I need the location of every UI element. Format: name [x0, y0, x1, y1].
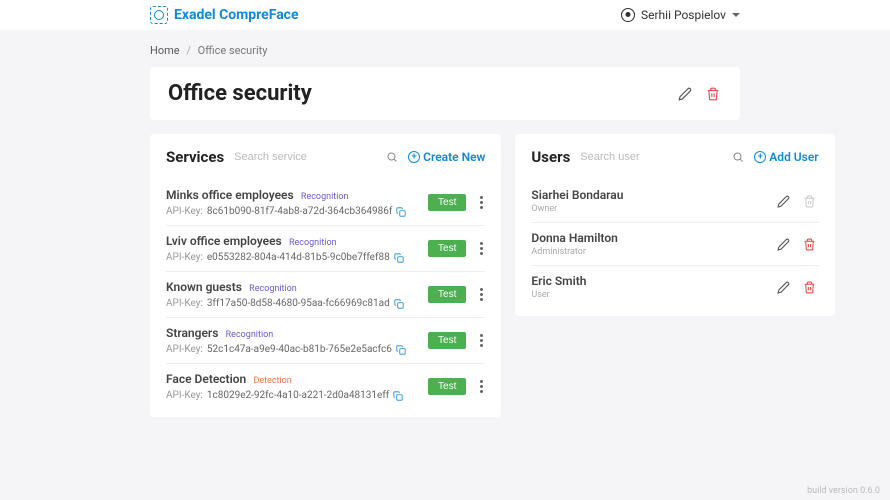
user-name: Eric Smith — [531, 274, 774, 288]
services-search-input[interactable] — [234, 151, 376, 163]
test-service-button[interactable]: Test — [428, 332, 466, 349]
breadcrumb: Home / Office security — [150, 44, 740, 57]
copy-api-key-button[interactable] — [396, 345, 406, 355]
service-name[interactable]: Known guests — [166, 280, 242, 294]
service-type-badge: Recognition — [301, 192, 349, 202]
service-type-badge: Recognition — [289, 238, 337, 248]
service-name[interactable]: Face Detection — [166, 372, 246, 386]
search-icon — [732, 151, 744, 163]
user-row: Eric Smith User — [531, 266, 818, 308]
pencil-icon — [678, 87, 692, 101]
copy-icon — [394, 253, 404, 263]
current-user-name: Serhii Pospielov — [641, 8, 726, 22]
pencil-icon — [777, 238, 790, 251]
delete-user-button[interactable] — [801, 278, 819, 296]
trash-icon — [803, 281, 816, 294]
service-type-badge: Detection — [253, 376, 291, 386]
api-key-value: e0553282-804a-414d-81b5-9c0be7ffef88 — [207, 252, 390, 263]
user-menu[interactable]: Serhii Pospielov — [621, 8, 740, 22]
build-version: build version 0.6.0 — [807, 486, 880, 496]
plus-circle-icon: + — [408, 151, 420, 163]
edit-user-button[interactable] — [775, 192, 793, 210]
api-key-label: API-Key: — [166, 390, 203, 401]
copy-icon — [394, 299, 404, 309]
copy-icon — [393, 391, 403, 401]
trash-icon — [803, 195, 816, 208]
service-menu-button[interactable] — [478, 332, 485, 349]
plus-circle-icon: + — [754, 151, 766, 163]
copy-api-key-button[interactable] — [394, 299, 404, 309]
trash-icon — [706, 87, 720, 101]
edit-user-button[interactable] — [775, 235, 793, 253]
service-name[interactable]: Minks office employees — [166, 188, 294, 202]
breadcrumb-home[interactable]: Home — [150, 44, 180, 57]
service-name[interactable]: Strangers — [166, 326, 218, 340]
add-user-button[interactable]: + Add User — [754, 150, 818, 164]
service-menu-button[interactable] — [478, 194, 485, 211]
brand-logo[interactable]: Exadel CompreFace — [150, 6, 299, 24]
copy-icon — [396, 345, 406, 355]
service-type-badge: Recognition — [226, 330, 274, 340]
create-service-label: Create New — [423, 150, 485, 164]
services-search-button[interactable] — [386, 151, 398, 163]
search-icon — [386, 151, 398, 163]
brand-text: Exadel CompreFace — [174, 7, 299, 23]
service-menu-button[interactable] — [478, 240, 485, 257]
test-service-button[interactable]: Test — [428, 378, 466, 395]
delete-app-button[interactable] — [704, 85, 722, 103]
api-key-value: 3ff17a50-8d58-4680-95aa-fc66969c81ad — [207, 298, 390, 309]
copy-icon — [396, 207, 406, 217]
pencil-icon — [777, 281, 790, 294]
test-service-button[interactable]: Test — [428, 286, 466, 303]
user-name: Donna Hamilton — [531, 231, 774, 245]
create-service-button[interactable]: + Create New — [408, 150, 485, 164]
service-row: Minks office employees Recognition API-K… — [166, 180, 485, 226]
user-row: Donna Hamilton Administrator — [531, 223, 818, 266]
users-panel: Users + Add User Siarhei Bondarau Owner — [515, 134, 834, 316]
user-avatar-icon — [621, 8, 635, 22]
users-search-button[interactable] — [732, 151, 744, 163]
edit-app-button[interactable] — [676, 85, 694, 103]
breadcrumb-separator: / — [186, 44, 191, 57]
pencil-icon — [777, 195, 790, 208]
copy-api-key-button[interactable] — [393, 391, 403, 401]
test-service-button[interactable]: Test — [428, 240, 466, 257]
delete-user-button — [801, 192, 819, 210]
user-name: Siarhei Bondarau — [531, 188, 774, 202]
service-menu-button[interactable] — [478, 286, 485, 303]
users-search-input[interactable] — [580, 151, 722, 163]
user-role: User — [531, 290, 774, 300]
copy-api-key-button[interactable] — [396, 207, 406, 217]
copy-api-key-button[interactable] — [394, 253, 404, 263]
service-menu-button[interactable] — [478, 378, 485, 395]
logo-icon — [150, 6, 168, 24]
service-row: Strangers Recognition API-Key: 52c1c47a-… — [166, 318, 485, 364]
user-role: Administrator — [531, 247, 774, 257]
user-role: Owner — [531, 204, 774, 214]
service-row: Lviv office employees Recognition API-Ke… — [166, 226, 485, 272]
api-key-label: API-Key: — [166, 298, 203, 309]
service-row: Known guests Recognition API-Key: 3ff17a… — [166, 272, 485, 318]
service-name[interactable]: Lviv office employees — [166, 234, 282, 248]
trash-icon — [803, 238, 816, 251]
service-row: Face Detection Detection API-Key: 1c8029… — [166, 364, 485, 409]
chevron-down-icon — [732, 13, 740, 17]
services-title: Services — [166, 148, 224, 166]
breadcrumb-current: Office security — [198, 44, 268, 57]
service-type-badge: Recognition — [249, 284, 297, 294]
add-user-label: Add User — [769, 150, 818, 164]
api-key-label: API-Key: — [166, 206, 203, 217]
api-key-value: 52c1c47a-a9e9-40ac-b81b-765e2e5acfc6 — [207, 344, 392, 355]
user-row: Siarhei Bondarau Owner — [531, 180, 818, 223]
api-key-value: 8c61b090-81f7-4ab8-a72d-364cb364986f — [207, 206, 392, 217]
delete-user-button[interactable] — [801, 235, 819, 253]
services-panel: Services + Create New Minks office emplo… — [150, 134, 501, 417]
page-title: Office security — [168, 81, 312, 106]
test-service-button[interactable]: Test — [428, 194, 466, 211]
api-key-label: API-Key: — [166, 252, 203, 263]
api-key-value: 1c8029e2-92fc-4a10-a221-2d0a48131eff — [207, 390, 389, 401]
api-key-label: API-Key: — [166, 344, 203, 355]
users-title: Users — [531, 148, 570, 166]
edit-user-button[interactable] — [775, 278, 793, 296]
